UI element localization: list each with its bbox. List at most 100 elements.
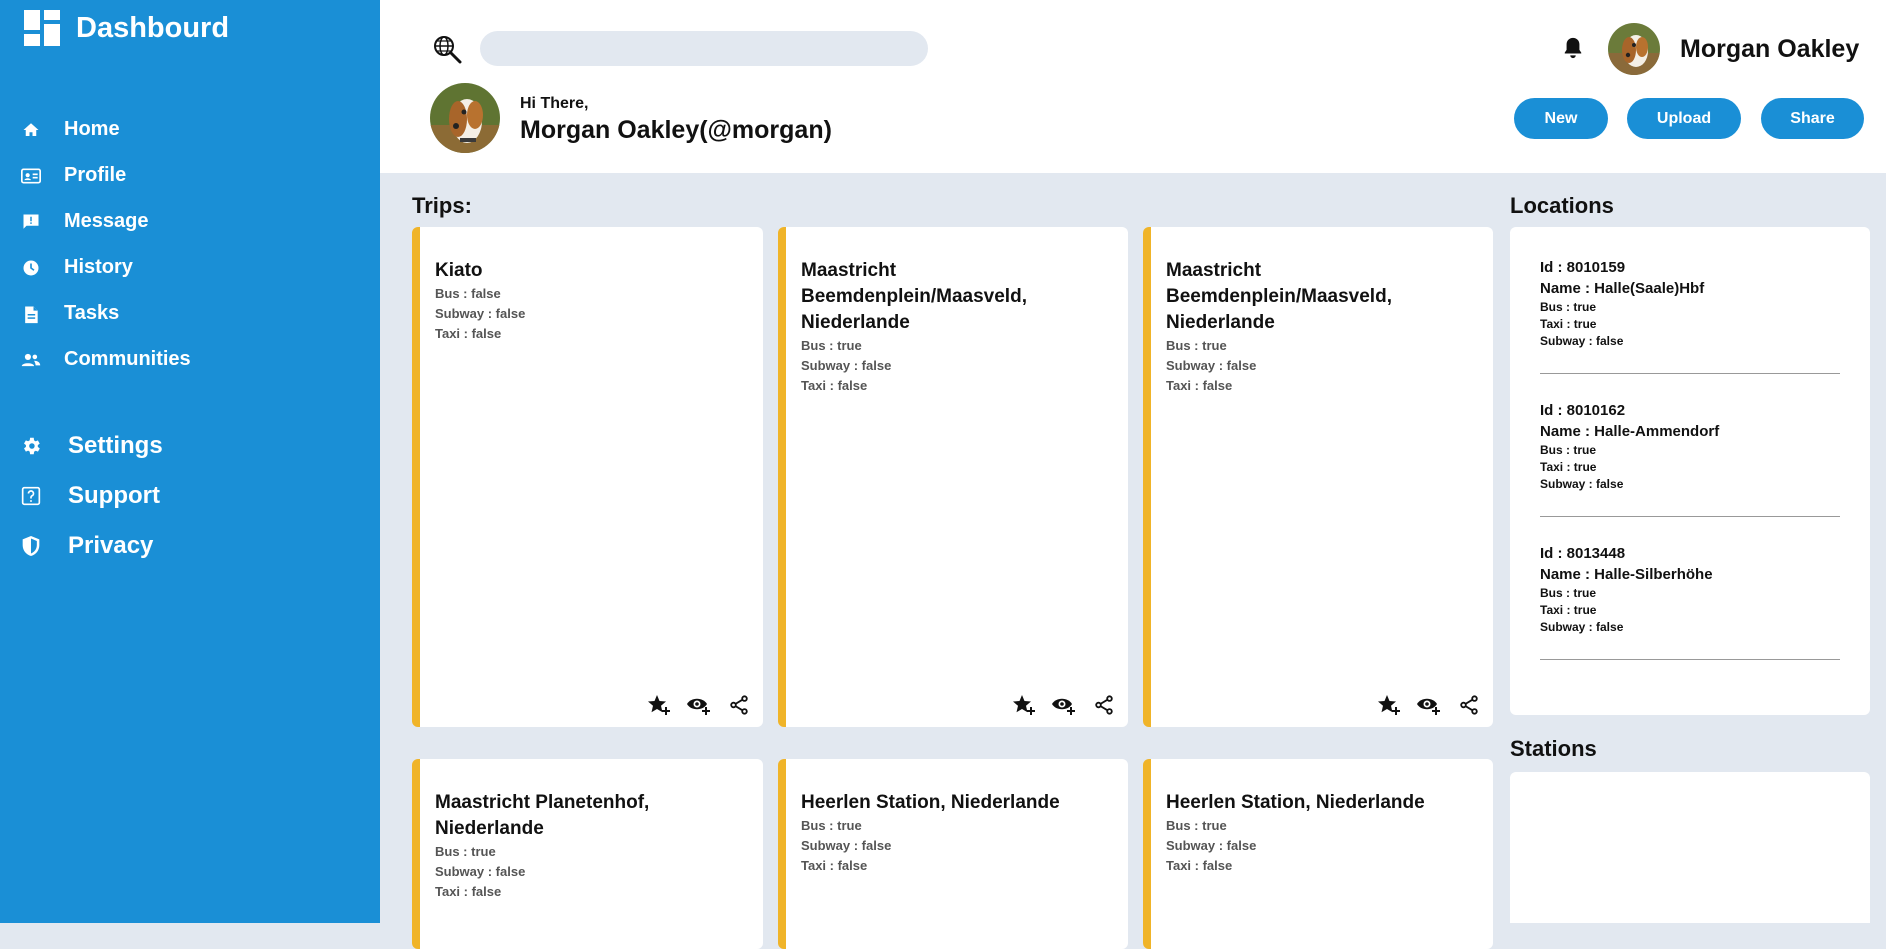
trip-bus: Bus : true [435, 844, 496, 859]
brand[interactable]: Dashbourd [24, 10, 229, 46]
dashboard-logo-icon [24, 10, 62, 46]
trip-flags: Bus : true Subway : false Taxi : false [801, 336, 891, 396]
nav-item-tasks[interactable]: Tasks [20, 302, 119, 325]
divider [1540, 659, 1840, 660]
clock-icon [20, 257, 42, 279]
nav-item-message[interactable]: Message [20, 210, 149, 233]
eye-add-icon[interactable] [1050, 691, 1078, 719]
new-button[interactable]: New [1514, 98, 1608, 139]
nav-label-communities: Communities [64, 348, 191, 370]
trip-subway: Subway : false [801, 838, 892, 853]
trip-card[interactable]: Heerlen Station, Niederlande Bus : true … [778, 759, 1128, 949]
location-name: Name : Halle(Saale)Hbf [1540, 280, 1705, 297]
help-icon [20, 485, 42, 507]
eye-add-icon[interactable] [1415, 691, 1443, 719]
trip-taxi: Taxi : false [1166, 858, 1233, 873]
message-alert-icon [20, 211, 42, 233]
trip-flags: Bus : false Subway : false Taxi : false [435, 284, 525, 344]
location-taxi: Taxi : true [1540, 317, 1597, 331]
nav-label-home: Home [64, 118, 120, 140]
trip-flags: Bus : true Subway : false Taxi : false [1166, 336, 1256, 396]
trip-flags: Bus : true Subway : false Taxi : false [801, 816, 891, 876]
trip-subway: Subway : false [801, 358, 892, 373]
trip-taxi: Taxi : false [801, 858, 868, 873]
upload-button[interactable]: Upload [1627, 98, 1741, 139]
share-icon[interactable] [1455, 691, 1483, 719]
location-taxi: Taxi : true [1540, 460, 1597, 474]
location-item[interactable]: Id : 8010162 Name : Halle-Ammendorf Bus … [1540, 400, 1840, 493]
stations-panel [1510, 772, 1870, 923]
trip-name: Heerlen Station, Niederlande [801, 792, 1060, 813]
location-subway: Subway : false [1540, 334, 1624, 348]
nav-item-settings[interactable]: Settings [20, 432, 163, 460]
search-globe-icon[interactable] [432, 34, 462, 64]
trips-title: Trips: [412, 193, 472, 218]
trip-flags: Bus : true Subway : false Taxi : false [435, 842, 525, 902]
location-bus: Bus : true [1540, 586, 1597, 600]
trip-bus: Bus : true [1166, 338, 1227, 353]
user-handle: Morgan Oakley(@morgan) [520, 116, 832, 144]
location-subway: Subway : false [1540, 477, 1624, 491]
trip-name: Maastricht Beemdenplein/Maasveld, Nieder… [801, 260, 1027, 333]
trip-name: Maastricht Planetenhof, Niederlande [435, 792, 650, 839]
trip-name: Maastricht Beemdenplein/Maasveld, Nieder… [1166, 260, 1392, 333]
location-name: Name : Halle-Ammendorf [1540, 423, 1720, 440]
nav-label-settings: Settings [68, 432, 163, 459]
share-icon[interactable] [725, 691, 753, 719]
trip-subway: Subway : false [1166, 358, 1257, 373]
trip-name: Heerlen Station, Niederlande [1166, 792, 1425, 813]
location-name: Name : Halle-Silberhöhe [1540, 566, 1713, 583]
brand-title: Dashbourd [76, 11, 230, 44]
nav-item-history[interactable]: History [20, 256, 133, 279]
trip-taxi: Taxi : false [435, 884, 502, 899]
eye-add-icon[interactable] [685, 691, 713, 719]
locations-panel: Id : 8010159 Name : Halle(Saale)Hbf Bus … [1510, 227, 1870, 715]
trip-card[interactable]: Heerlen Station, Niederlande Bus : true … [1143, 759, 1493, 949]
nav-label-profile: Profile [64, 164, 127, 186]
location-id: Id : 8010159 [1540, 259, 1626, 276]
divider [1540, 373, 1840, 374]
nav-label-history: History [64, 256, 133, 278]
trip-bus: Bus : true [801, 338, 862, 353]
trip-bus: Bus : false [435, 286, 501, 301]
bell-icon[interactable] [1562, 36, 1584, 60]
trip-bus: Bus : true [1166, 818, 1227, 833]
search-input[interactable] [480, 31, 928, 66]
location-bus: Bus : true [1540, 443, 1597, 457]
trip-card[interactable]: Kiato Bus : false Subway : false Taxi : … [412, 227, 763, 727]
location-subway: Subway : false [1540, 620, 1624, 634]
user-name[interactable]: Morgan Oakley [1680, 35, 1859, 64]
location-taxi: Taxi : true [1540, 603, 1597, 617]
trip-subway: Subway : false [435, 306, 526, 321]
nav-item-home[interactable]: Home [20, 118, 120, 141]
star-add-icon[interactable] [645, 691, 673, 719]
nav-item-communities[interactable]: Communities [20, 348, 191, 371]
trip-name: Kiato [435, 260, 483, 281]
location-item[interactable]: Id : 8010159 Name : Halle(Saale)Hbf Bus … [1540, 257, 1840, 350]
share-icon[interactable] [1090, 691, 1118, 719]
avatar[interactable] [1608, 23, 1660, 75]
nav-item-privacy[interactable]: Privacy [20, 532, 153, 560]
nav-item-profile[interactable]: Profile [20, 164, 126, 187]
share-button[interactable]: Share [1761, 98, 1864, 139]
location-id: Id : 8013448 [1540, 545, 1626, 562]
home-icon [20, 119, 42, 141]
nav-item-support[interactable]: Support [20, 482, 160, 510]
trip-bus: Bus : true [801, 818, 862, 833]
locations-title: Locations [1510, 193, 1614, 218]
trip-taxi: Taxi : false [801, 378, 868, 393]
trip-card[interactable]: Maastricht Beemdenplein/Maasveld, Nieder… [778, 227, 1128, 727]
trip-card[interactable]: Maastricht Beemdenplein/Maasveld, Nieder… [1143, 227, 1493, 727]
gear-icon [20, 435, 42, 457]
trip-taxi: Taxi : false [1166, 378, 1233, 393]
divider [1540, 516, 1840, 517]
id-card-icon [20, 165, 42, 187]
star-add-icon[interactable] [1375, 691, 1403, 719]
trip-card[interactable]: Maastricht Planetenhof, Niederlande Bus … [412, 759, 763, 949]
nav-label-tasks: Tasks [64, 302, 120, 324]
location-item[interactable]: Id : 8013448 Name : Halle-Silberhöhe Bus… [1540, 543, 1840, 636]
star-add-icon[interactable] [1010, 691, 1038, 719]
trip-taxi: Taxi : false [435, 326, 502, 341]
location-bus: Bus : true [1540, 300, 1597, 314]
trip-actions [1375, 691, 1483, 719]
